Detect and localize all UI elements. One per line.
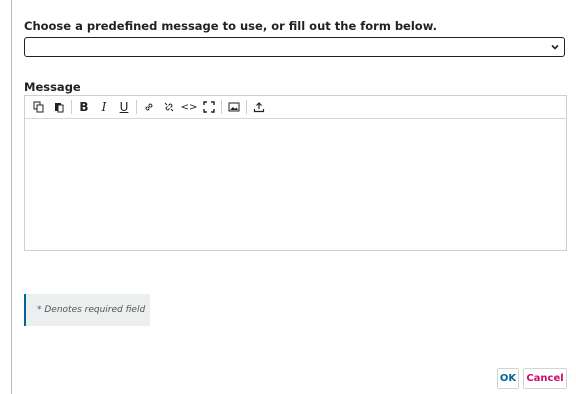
toolbar-separator (136, 100, 137, 114)
cancel-button[interactable]: Cancel (523, 368, 567, 389)
predefined-message-select[interactable] (24, 37, 565, 57)
bold-icon[interactable]: B (74, 97, 94, 117)
left-divider (11, 0, 12, 394)
toolbar-separator (221, 100, 222, 114)
code-icon[interactable]: <> (179, 97, 199, 117)
fullscreen-icon[interactable] (199, 97, 219, 117)
message-textarea[interactable] (25, 119, 566, 250)
required-field-notice: * Denotes required field (24, 294, 150, 326)
toolbar-separator (246, 100, 247, 114)
message-editor: B I U <> (24, 95, 567, 251)
editor-toolbar: B I U <> (25, 96, 566, 119)
underline-icon[interactable]: U (114, 97, 134, 117)
message-label: Message (24, 80, 81, 94)
choose-message-label: Choose a predefined message to use, or f… (24, 19, 437, 33)
paste-icon[interactable] (49, 97, 69, 117)
unlink-icon[interactable] (159, 97, 179, 117)
copy-icon[interactable] (29, 97, 49, 117)
upload-icon[interactable] (249, 97, 269, 117)
link-icon[interactable] (139, 97, 159, 117)
italic-icon[interactable]: I (94, 97, 114, 117)
image-icon[interactable] (224, 97, 244, 117)
chevron-down-icon (551, 44, 559, 50)
toolbar-separator (71, 100, 72, 114)
ok-button[interactable]: OK (497, 368, 519, 389)
